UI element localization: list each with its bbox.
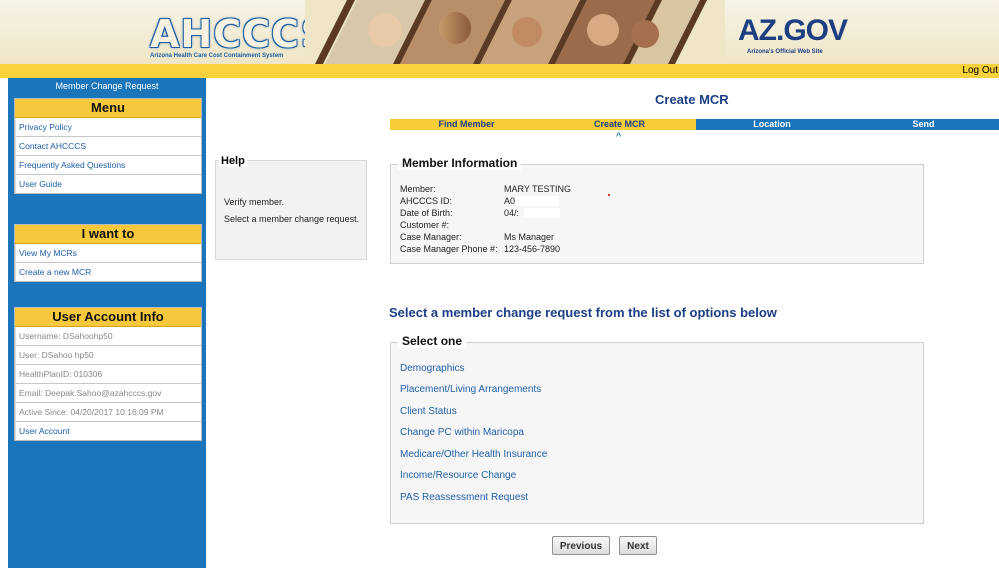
create-new-mcr-link[interactable]: Create a new MCR [15, 263, 201, 281]
page-title: Create MCR [655, 92, 729, 107]
help-line-2: Select a member change request. [224, 214, 360, 224]
step-create-mcr: Create MCR [543, 119, 696, 130]
help-panel: Help Verify member. Select a member chan… [215, 155, 367, 260]
step-location: Location [696, 119, 848, 130]
sidebar-title: Member Change Request [55, 81, 159, 91]
customer-number-label: Customer #: [400, 220, 450, 230]
member-value: MARY TESTING [504, 184, 572, 194]
step-send: Send [848, 119, 999, 130]
sidebar: Member Change Request Menu Privacy Polic… [8, 78, 206, 568]
stray-mark [608, 194, 610, 196]
case-manager-phone-label: Case Manager Phone #: [400, 244, 498, 254]
member-label: Member: [400, 184, 436, 194]
dob-value: 04/: [504, 208, 520, 218]
user-account-link[interactable]: User Account [15, 422, 201, 440]
next-button[interactable]: Next [619, 536, 657, 555]
i-want-to-box: I want to View My MCRs Create a new MCR [14, 224, 202, 282]
case-manager-label: Case Manager: [400, 232, 462, 242]
option-demographics[interactable]: Demographics [400, 363, 464, 374]
select-one-legend: Select one [398, 334, 467, 348]
redaction-block [524, 208, 560, 218]
ahcccs-logo-subtitle: Arizona Health Care Cost Containment Sys… [150, 53, 284, 59]
menu-item-user-guide[interactable]: User Guide [15, 175, 201, 193]
select-one-box: Select one Demographics Placement/Living… [390, 334, 924, 524]
menu-item-faq[interactable]: Frequently Asked Questions [15, 156, 201, 175]
member-information-box: Member Information Member: MARY TESTING … [390, 156, 924, 264]
ahcccs-id-value: A0 [504, 196, 516, 206]
help-title: Help [219, 155, 247, 167]
case-manager-phone-value: 123-456-7890 [504, 244, 561, 254]
user-account-box: User Account Info Username: DSahoohp50 U… [14, 307, 202, 441]
help-line-1: Verify member. [224, 197, 285, 207]
account-user: User: DSahoo hp50 [15, 346, 201, 365]
menu-box: Menu Privacy Policy Contact AHCCCS Frequ… [14, 98, 202, 194]
select-request-heading: Select a member change request from the … [389, 305, 777, 320]
option-client-status[interactable]: Client Status [400, 406, 457, 417]
step-find-member: Find Member [390, 119, 543, 130]
ahcccs-logo-text: AHCCCS [150, 12, 329, 56]
case-manager-value: Ms Manager [504, 232, 555, 242]
user-account-heading: User Account Info [15, 308, 201, 327]
account-email: Email: Deepak.Sahoo@azahcccs.gov [15, 384, 201, 403]
menu-item-privacy-policy[interactable]: Privacy Policy [15, 118, 201, 137]
option-medicare-other-health-insurance[interactable]: Medicare/Other Health Insurance [400, 449, 547, 460]
site-banner: AHCCCS Arizona Health Care Cost Containm… [0, 0, 999, 64]
account-active-since: Active Since: 04/20/2017 10:16:09 PM [15, 403, 201, 422]
previous-button[interactable]: Previous [552, 536, 610, 555]
menu-item-contact-ahcccs[interactable]: Contact AHCCCS [15, 137, 201, 156]
member-information-legend: Member Information [398, 156, 522, 170]
menu-heading: Menu [15, 99, 201, 118]
i-want-to-heading: I want to [15, 225, 201, 244]
current-step-caret-icon: ^ [616, 131, 622, 141]
progress-steps: Find Member Create MCR Location Send [390, 119, 999, 130]
top-bar [0, 64, 999, 78]
dob-label: Date of Birth: [400, 208, 453, 218]
option-change-pc-within-maricopa[interactable]: Change PC within Maricopa [400, 427, 524, 438]
option-placement-living-arrangements[interactable]: Placement/Living Arrangements [400, 384, 541, 395]
logout-link[interactable]: Log Out [962, 64, 999, 78]
ahcccs-id-label: AHCCCS ID: [400, 196, 453, 206]
view-my-mcrs-link[interactable]: View My MCRs [15, 244, 201, 263]
azgov-logo[interactable]: AZ.GOV [738, 14, 848, 48]
account-healthplan-id: HealthPlanID: 010306 [15, 365, 201, 384]
azgov-subtitle: Arizona's Official Web Site [747, 49, 823, 55]
option-income-resource-change[interactable]: Income/Resource Change [400, 470, 516, 481]
option-pas-reassessment-request[interactable]: PAS Reassessment Request [400, 492, 528, 503]
banner-photo-collage [305, 0, 725, 64]
account-username: Username: DSahoohp50 [15, 327, 201, 346]
ahcccs-logo[interactable]: AHCCCS [136, 6, 329, 56]
redaction-block [515, 196, 559, 206]
